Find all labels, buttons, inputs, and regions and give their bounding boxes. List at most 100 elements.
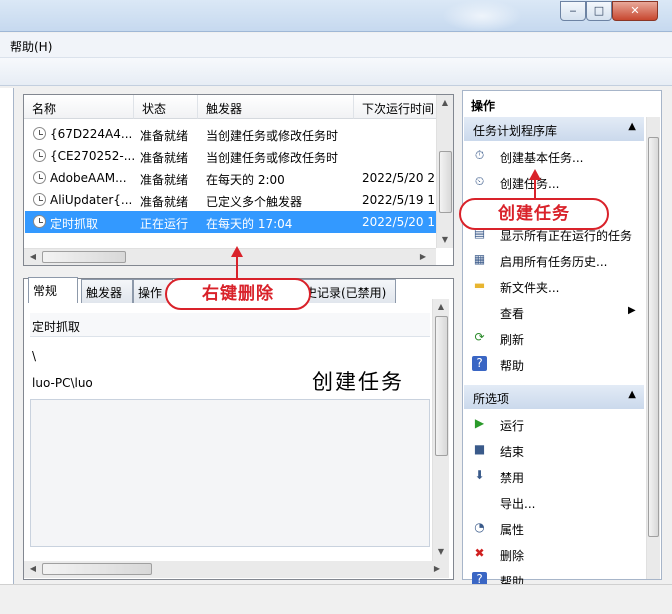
table-row[interactable]: {CE270252-... 准备就绪 当创建任务或修改任务时 (25, 145, 436, 167)
actions-header: 操作 (471, 99, 496, 113)
action-item[interactable]: ◔ 属性 (464, 515, 644, 541)
scroll-thumb[interactable] (435, 316, 448, 456)
task-name: 定时抓取 (50, 217, 99, 231)
column-header-name[interactable]: 名称 (24, 95, 134, 119)
annotation-create-task: 创建任务 (459, 198, 609, 230)
action-label: 新文件夹... (500, 281, 560, 295)
action-label: 查看 (500, 307, 525, 321)
column-header-next-run[interactable]: 下次运行时间 (354, 95, 436, 119)
description-box[interactable] (30, 399, 430, 547)
table-row-selected[interactable]: 定时抓取 正在运行 在每天的 17:04 2022/5/20 1 (25, 211, 436, 233)
status-bar (0, 584, 672, 614)
tree-pane[interactable] (0, 88, 14, 584)
action-label: 创建基本任务... (500, 151, 584, 165)
author-value: luo-PC\luo (32, 376, 93, 390)
task-clock-icon (33, 215, 46, 228)
action-item[interactable]: ⟳ 刷新 (464, 325, 644, 351)
action-item[interactable]: ⬇ 禁用 (464, 463, 644, 489)
action-item[interactable]: ▶ 运行 (464, 411, 644, 437)
task-trigger: 在每天的 17:04 (206, 217, 293, 231)
run-icon: ▶ (474, 416, 485, 430)
task-list: 名称 状态 触发器 下次运行时间 {67D224A4... 准备就绪 当创建任务… (23, 94, 454, 266)
action-label: 结束 (500, 445, 525, 459)
collapse-icon[interactable]: ▲ (628, 389, 636, 400)
annotation-right-click-delete: 右键删除 (165, 278, 311, 310)
task-status: 准备就绪 (140, 195, 189, 209)
action-item[interactable]: 查看 ▶ (464, 299, 644, 325)
scroll-up-icon[interactable]: ▲ (434, 302, 448, 311)
action-item[interactable]: ? 帮助 (464, 351, 644, 377)
task-clock-icon (33, 193, 46, 206)
action-label: 帮助 (500, 359, 525, 373)
action-label: 运行 (500, 419, 525, 433)
task-status: 正在运行 (140, 217, 189, 231)
action-label: 启用所有任务历史... (500, 255, 608, 269)
close-button[interactable]: ✕ (612, 1, 658, 21)
name-value: 定时抓取 (32, 320, 81, 334)
action-item[interactable]: ⏱ 创建基本任务... (464, 143, 644, 169)
toolbar (0, 58, 672, 86)
scroll-right-icon[interactable]: ▶ (430, 564, 444, 573)
scroll-left-icon[interactable]: ◀ (26, 252, 40, 261)
section-label: 所选项 (473, 392, 510, 406)
actions-vscrollbar[interactable] (646, 117, 660, 579)
export-icon (472, 494, 487, 509)
scroll-thumb[interactable] (648, 137, 659, 537)
section-library[interactable]: 任务计划程序库 ▲ (464, 117, 644, 141)
task-name: AliUpdater{... (50, 193, 133, 207)
location-value: \ (32, 349, 37, 363)
task-clock-icon (33, 149, 46, 162)
action-item[interactable]: ■ 结束 (464, 437, 644, 463)
scroll-thumb[interactable] (439, 151, 452, 213)
task-list-hscrollbar[interactable]: ◀ ▶ (24, 248, 436, 265)
tab-history[interactable]: 史记录(已禁用) (300, 279, 396, 303)
task-list-vscrollbar[interactable]: ▲ ▼ (436, 95, 453, 248)
table-row[interactable]: {67D224A4... 准备就绪 当创建任务或修改任务时 (25, 123, 436, 145)
menu-help[interactable]: 帮助(H) (10, 38, 52, 55)
tab-triggers[interactable]: 触发器 (81, 279, 133, 303)
folder-icon: ▬ (473, 278, 486, 292)
action-item[interactable]: 导出... (464, 489, 644, 515)
maximize-button[interactable]: □ (586, 1, 612, 21)
section-label: 任务计划程序库 (473, 124, 558, 138)
column-header-trigger[interactable]: 触发器 (198, 95, 354, 119)
annotation-arrow-head (231, 246, 243, 257)
action-label: 属性 (500, 523, 525, 537)
title-glow (442, 0, 522, 32)
table-row[interactable]: AdobeAAM... 准备就绪 在每天的 2:00 2022/5/20 2 (25, 167, 436, 189)
help-icon: ? (472, 356, 487, 371)
scroll-up-icon[interactable]: ▲ (438, 98, 452, 107)
name-field (30, 313, 430, 337)
task-name: AdobeAAM... (50, 171, 127, 185)
action-item[interactable]: ▦ 启用所有任务历史... (464, 247, 644, 273)
scroll-thumb[interactable] (42, 563, 152, 575)
scroll-thumb[interactable] (42, 251, 126, 263)
table-row[interactable]: AliUpdater{... 准备就绪 已定义多个触发器 2022/5/19 1 (25, 189, 436, 211)
action-label: 禁用 (500, 471, 525, 485)
tab-general[interactable]: 常规 (28, 277, 78, 303)
overlay-text: 创建任务 (312, 370, 404, 394)
column-header-status[interactable]: 状态 (134, 95, 198, 119)
action-item[interactable]: ⏲ 创建任务... (464, 169, 644, 195)
task-clock-icon (33, 127, 46, 140)
task-detail-panel: 定时抓取 \ luo-PC\luo 创建任务 ▲ ▼ ◀ ▶ (23, 278, 454, 580)
annotation-arrow-head (529, 169, 541, 180)
basic-task-icon: ⏱ (474, 148, 485, 162)
detail-vscrollbar[interactable]: ▲ ▼ (432, 299, 449, 561)
scroll-right-icon[interactable]: ▶ (416, 252, 430, 261)
action-item[interactable]: ▬ 新文件夹... (464, 273, 644, 299)
task-status: 准备就绪 (140, 173, 189, 187)
action-item[interactable]: ✖ 删除 (464, 541, 644, 567)
section-selected[interactable]: 所选项 ▲ (464, 385, 644, 409)
stop-icon: ■ (473, 442, 486, 456)
scroll-left-icon[interactable]: ◀ (26, 564, 40, 573)
menu-bar: 帮助(H) (0, 33, 672, 58)
task-status: 准备就绪 (140, 129, 189, 143)
scroll-down-icon[interactable]: ▼ (434, 547, 448, 556)
task-clock-icon (33, 171, 46, 184)
detail-hscrollbar[interactable]: ◀ ▶ (24, 561, 449, 578)
collapse-icon[interactable]: ▲ (628, 121, 636, 132)
annotation-arrow-line (236, 255, 238, 278)
minimize-button[interactable]: ‒ (560, 1, 586, 21)
scroll-down-icon[interactable]: ▼ (438, 235, 452, 244)
